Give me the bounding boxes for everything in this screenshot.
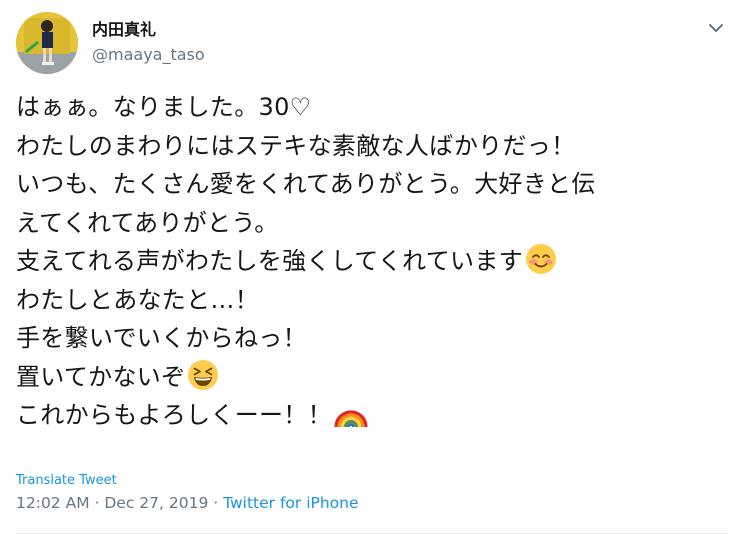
tweet-line-text: これからもよろしくーー！！ xyxy=(16,401,332,429)
tweet-line: わたしのまわりにはステキな素敵な人ばかりだっ！ xyxy=(16,127,728,166)
tweet-line: 支えてれる声がわたしを強くしてくれています xyxy=(16,242,728,281)
tweet-text: はぁぁ。なりました。30♡ わたしのまわりにはステキな素敵な人ばかりだっ！ いつ… xyxy=(16,88,728,435)
tweet-card: 内田真礼 @maaya_taso はぁぁ。なりました。30♡ わたしのまわりには… xyxy=(0,0,744,535)
chevron-down-icon[interactable] xyxy=(702,16,730,40)
tweet-line: わたしとあなたと…！ xyxy=(16,281,728,320)
tweet-line-text: 支えてれる声がわたしを強くしてくれています xyxy=(16,247,523,275)
tweet-line-text: わたしのまわりにはステキな素敵な人ばかりだっ！ xyxy=(16,131,576,160)
tweet-line: 置いてかないぞ xyxy=(16,358,728,397)
avatar[interactable] xyxy=(16,12,78,74)
divider xyxy=(16,533,728,534)
separator: · xyxy=(89,494,105,512)
tweet-line: いつも、たくさん愛をくれてありがとう。大好きと伝 xyxy=(16,165,728,204)
tweet-line-text: いつも、たくさん愛をくれてありがとう。大好きと伝 xyxy=(16,170,596,198)
tweet-line-text: 手を繋いでいくからねっ！ xyxy=(16,324,307,352)
smiling-face-with-smiling-eyes-emoji xyxy=(525,243,557,275)
tweet-time[interactable]: 12:02 AM xyxy=(16,494,90,512)
tweet-metadata: 12:02 AM · Dec 27, 2019 · Twitter for iP… xyxy=(16,492,359,514)
tweet-line-text: 置いてかないぞ xyxy=(16,362,186,391)
tweet-line: はぁぁ。なりました。30♡ xyxy=(16,88,728,127)
display-name[interactable]: 内田真礼 xyxy=(92,20,156,40)
user-handle[interactable]: @maaya_taso xyxy=(92,45,205,65)
tweet-line: これからもよろしくーー！！ xyxy=(16,396,728,435)
grinning-squinting-face-emoji xyxy=(187,359,219,391)
tweet-line: えてくれてありがとう。 xyxy=(16,204,728,243)
translate-tweet-link[interactable]: Translate Tweet xyxy=(16,473,117,489)
tweet-date[interactable]: Dec 27, 2019 xyxy=(104,494,208,512)
tweet-line: 手を繋いでいくからねっ！ xyxy=(16,319,728,358)
separator: · xyxy=(208,494,224,512)
tweet-source-link[interactable]: Twitter for iPhone xyxy=(223,494,358,512)
tweet-line-text: えてくれてありがとう。 xyxy=(16,208,279,237)
tweet-line-text: はぁぁ。なりました。30♡ xyxy=(16,93,312,121)
rainbow-emoji xyxy=(334,397,368,429)
tweet-line-text: わたしとあなたと…！ xyxy=(16,285,259,314)
